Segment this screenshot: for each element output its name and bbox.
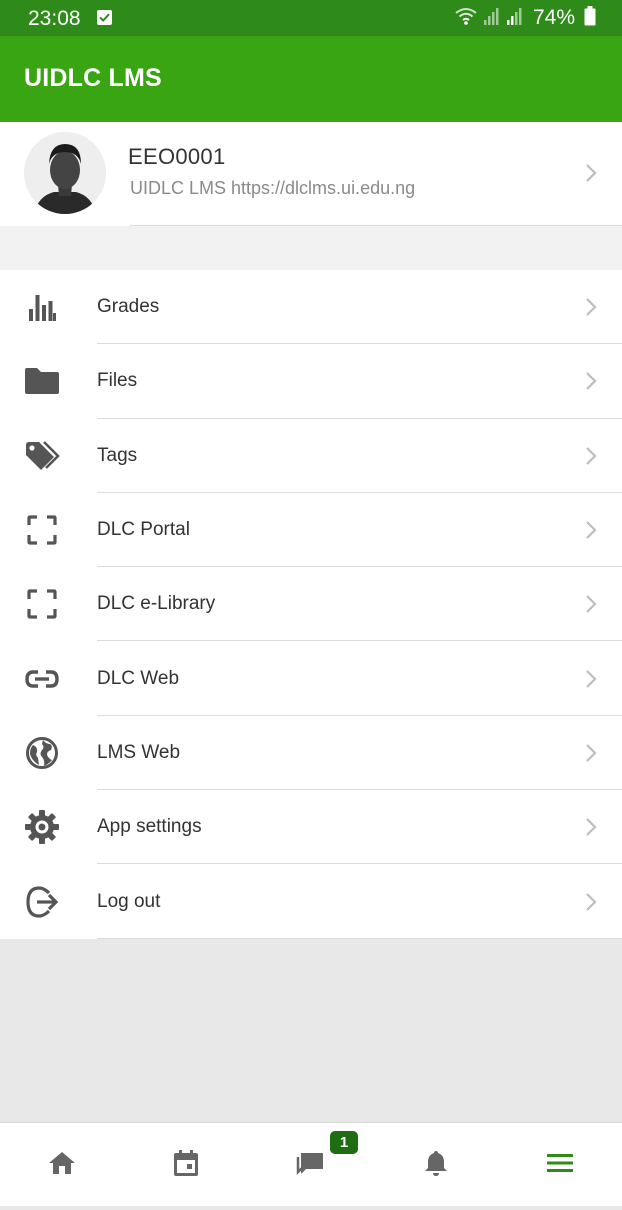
menu-item-label: Log out: [97, 890, 161, 912]
menu-item-app-settings[interactable]: App settings: [0, 790, 622, 865]
signal-1-icon: [483, 6, 501, 31]
menu-item-lms-web[interactable]: LMS Web: [0, 716, 622, 791]
divider: [97, 937, 622, 939]
menu-list: Grades Files Tags DLC Portal DLC e-Libra…: [0, 270, 622, 939]
logout-icon: [24, 884, 60, 920]
tags-icon: [24, 438, 60, 474]
profile-name: EEO0001: [128, 144, 226, 169]
app-title: UIDLC LMS: [24, 64, 162, 92]
section-spacer: [0, 226, 622, 270]
status-time: 23:08: [28, 7, 81, 30]
battery-icon: [584, 5, 596, 31]
chevron-right-icon: [584, 519, 598, 541]
checkbox-notification-icon: [97, 10, 112, 25]
chevron-right-icon: [584, 162, 598, 184]
menu-item-log-out[interactable]: Log out: [0, 864, 622, 939]
home-icon: [48, 1150, 76, 1181]
tab-home[interactable]: [0, 1123, 124, 1207]
chevron-right-icon: [584, 296, 598, 318]
menu-item-tags[interactable]: Tags: [0, 419, 622, 493]
fullscreen-icon: [24, 512, 60, 548]
calendar-icon: [172, 1149, 200, 1182]
profile-site: UIDLC LMS https://dlclms.ui.edu.ng: [130, 178, 416, 198]
link-icon: [24, 661, 60, 697]
signal-2-icon: [506, 6, 524, 31]
battery-percent: 74%: [532, 6, 575, 29]
menu-item-dlc-e-library[interactable]: DLC e-Library: [0, 567, 622, 642]
profile-row[interactable]: EEO0001 UIDLC LMS https://dlclms.ui.edu.…: [0, 122, 622, 226]
chevron-right-icon: [584, 668, 598, 690]
bar-chart-icon: [24, 289, 60, 325]
menu-item-dlc-web[interactable]: DLC Web: [0, 641, 622, 716]
gear-icon: [24, 809, 60, 845]
tab-notifications[interactable]: [374, 1123, 498, 1207]
tab-more[interactable]: [498, 1123, 622, 1207]
status-bar: 23:08 74%: [0, 0, 622, 36]
status-indicators: 74%: [454, 5, 596, 31]
menu-item-label: Tags: [97, 444, 138, 466]
tab-calendar[interactable]: [124, 1123, 248, 1207]
chevron-right-icon: [584, 891, 598, 913]
menu-icon: [546, 1152, 574, 1179]
avatar: [24, 132, 106, 214]
menu-item-label: App settings: [97, 816, 202, 838]
globe-icon: [24, 735, 60, 771]
chevron-right-icon: [584, 742, 598, 764]
wifi-icon: [454, 6, 478, 31]
menu-item-files[interactable]: Files: [0, 344, 622, 419]
menu-item-grades[interactable]: Grades: [0, 270, 622, 345]
app-bar: UIDLC LMS: [0, 36, 622, 122]
bottom-edge: [0, 1206, 622, 1210]
chevron-right-icon: [584, 816, 598, 838]
folder-icon: [24, 363, 60, 399]
menu-item-label: DLC e-Library: [97, 593, 216, 615]
menu-item-label: LMS Web: [97, 741, 181, 763]
chevron-right-icon: [584, 370, 598, 392]
chevron-right-icon: [584, 445, 598, 467]
menu-item-label: DLC Portal: [97, 519, 190, 541]
menu-item-label: DLC Web: [97, 667, 180, 689]
messages-badge: 1: [330, 1131, 358, 1154]
menu-item-dlc-portal[interactable]: DLC Portal: [0, 493, 622, 568]
bell-icon: [423, 1149, 449, 1182]
chevron-right-icon: [584, 593, 598, 615]
menu-item-label: Files: [97, 370, 138, 392]
menu-item-label: Grades: [97, 296, 160, 318]
fullscreen-icon: [24, 586, 60, 622]
chat-icon: [296, 1149, 326, 1182]
bottom-tab-bar: 1: [0, 1122, 622, 1210]
